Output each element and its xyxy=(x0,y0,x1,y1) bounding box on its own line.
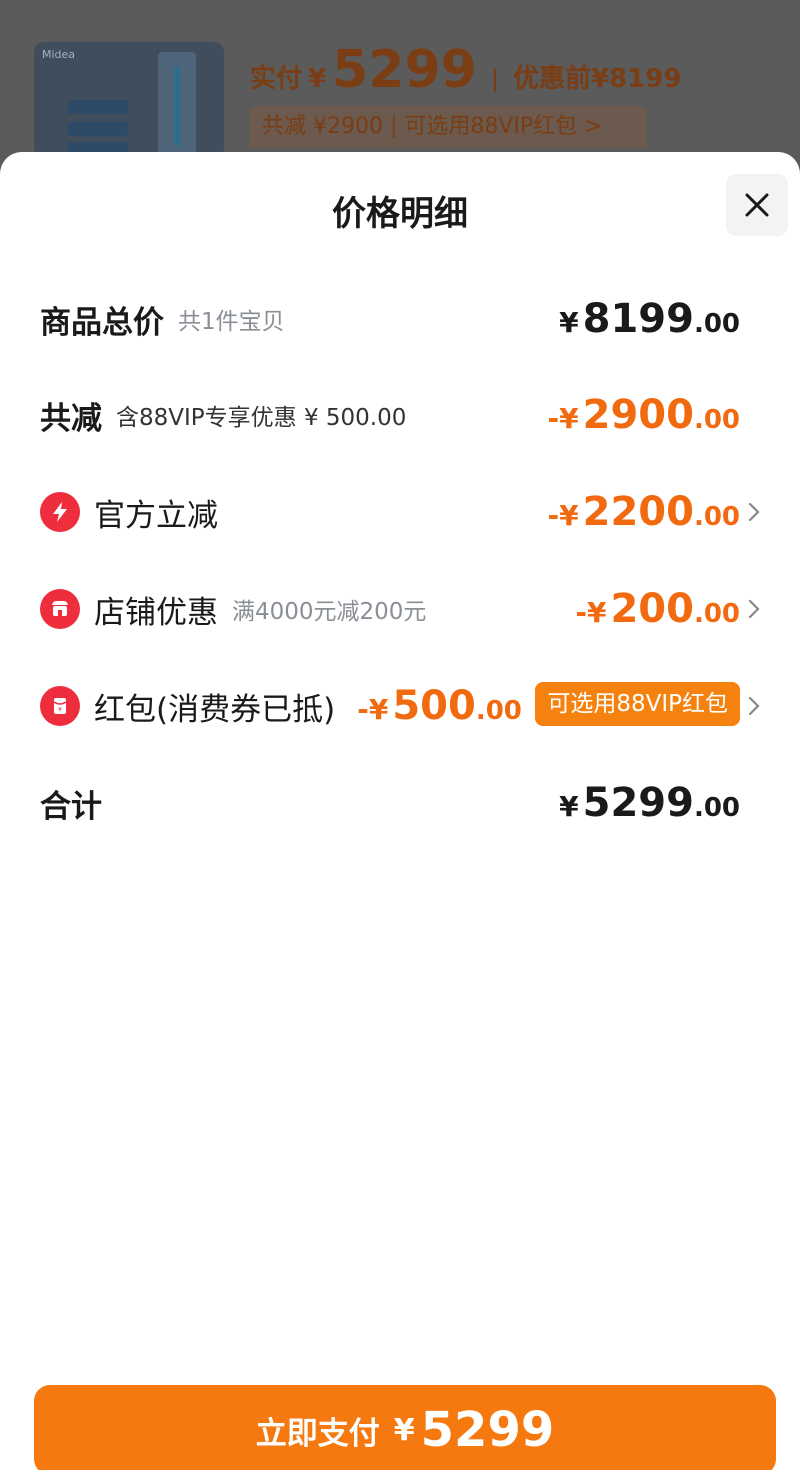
amount: -¥ 500 .00 xyxy=(357,683,522,729)
currency-symbol: ¥ xyxy=(308,64,327,94)
amount: ¥ 5299 .00 xyxy=(559,780,740,826)
amount-symbol: -¥ xyxy=(547,402,579,435)
original-value: ¥8199 xyxy=(590,64,682,94)
red-envelope-icon: ¥ xyxy=(40,686,80,726)
amount-integer: 2200 xyxy=(582,489,694,535)
background-overlay: Midea 实付 ¥ 5299 | 优惠前 ¥8199 共减 ¥2900 | 可… xyxy=(0,0,800,170)
row-sub: 含88VIP专享优惠 ¥ 500.00 xyxy=(116,405,407,431)
vip-red-envelope-badge[interactable]: 可选用88VIP红包 xyxy=(535,682,740,726)
amount-symbol: -¥ xyxy=(357,693,389,726)
row-label: 商品总价 xyxy=(40,304,164,341)
amount: ¥ 8199 .00 xyxy=(559,296,740,342)
amount-symbol: -¥ xyxy=(575,596,607,629)
amount-decimal: .00 xyxy=(693,502,740,532)
amount: -¥ 2200 .00 xyxy=(548,489,741,535)
row-red-envelope[interactable]: ¥ 红包(消费券已抵) -¥ 500 .00 可选用88VIP红包 xyxy=(40,676,770,736)
row-total-reduction: 共减 含88VIP专享优惠 ¥ 500.00 -¥ 2900 .00 xyxy=(40,385,770,445)
paid-value: 5299 xyxy=(332,40,477,100)
shop-icon xyxy=(40,589,80,629)
background-price: 实付 ¥ 5299 | 优惠前 ¥8199 xyxy=(250,40,681,100)
close-button[interactable] xyxy=(726,174,788,236)
pay-button-symbol: ¥ xyxy=(393,1412,415,1448)
amount-integer: 200 xyxy=(610,586,694,632)
amount-symbol: -¥ xyxy=(547,499,579,532)
amount-decimal: .00 xyxy=(693,405,740,435)
lightning-icon xyxy=(40,492,80,532)
background-summary: 共减 ¥2900 | 可选用88VIP红包 > xyxy=(250,106,646,148)
paid-label: 实付 xyxy=(250,64,303,94)
row-official-discount[interactable]: 官方立减 -¥ 2200 .00 xyxy=(40,482,770,542)
amount-decimal: .00 xyxy=(693,309,740,339)
row-label: 店铺优惠 xyxy=(94,594,218,631)
pay-now-button[interactable]: 立即支付 ¥ 5299 xyxy=(34,1385,776,1470)
pay-button-value: 5299 xyxy=(420,1402,555,1458)
sheet-title: 价格明细 xyxy=(332,194,468,234)
amount-decimal: .00 xyxy=(693,793,740,823)
row-sub: 共1件宝贝 xyxy=(178,309,285,335)
row-shop-discount[interactable]: 店铺优惠 满4000元减200元 -¥ 200 .00 xyxy=(40,579,770,639)
amount-integer: 2900 xyxy=(582,392,694,438)
close-icon xyxy=(745,193,769,217)
amount-decimal: .00 xyxy=(693,599,740,629)
row-label: 共减 xyxy=(40,400,102,437)
row-label: 红包(消费券已抵) xyxy=(94,691,336,728)
product-image xyxy=(158,52,196,160)
row-sub: 满4000元减200元 xyxy=(232,599,427,625)
amount-integer: 5299 xyxy=(582,780,694,826)
chevron-right-icon xyxy=(748,696,760,716)
brand-logo: Midea xyxy=(42,48,76,61)
pay-button-label: 立即支付 xyxy=(255,1415,380,1452)
price-detail-sheet: 价格明细 商品总价 共1件宝贝 ¥ 8199 .00 共减 含88VIP专享优惠… xyxy=(0,152,800,1470)
amount-symbol: ¥ xyxy=(559,790,579,823)
divider: | xyxy=(490,65,499,93)
amount: -¥ 2900 .00 xyxy=(548,392,741,438)
original-label: 优惠前 xyxy=(512,64,591,94)
amount-symbol: ¥ xyxy=(559,306,579,339)
amount-integer: 500 xyxy=(392,683,476,729)
amount: -¥ 200 .00 xyxy=(575,586,740,632)
svg-text:¥: ¥ xyxy=(58,707,62,714)
row-label: 官方立减 xyxy=(94,497,218,534)
product-thumbnail: Midea xyxy=(34,42,224,160)
amount-integer: 8199 xyxy=(582,296,694,342)
chevron-right-icon xyxy=(748,502,760,522)
chevron-right-icon xyxy=(748,599,760,619)
row-label: 合计 xyxy=(40,788,102,825)
amount-decimal: .00 xyxy=(475,696,522,726)
row-total-price: 商品总价 共1件宝贝 ¥ 8199 .00 xyxy=(40,289,770,349)
thumbnail-tag xyxy=(68,100,128,114)
thumbnail-tag xyxy=(68,122,128,136)
row-sum: 合计 ¥ 5299 .00 xyxy=(40,773,770,833)
